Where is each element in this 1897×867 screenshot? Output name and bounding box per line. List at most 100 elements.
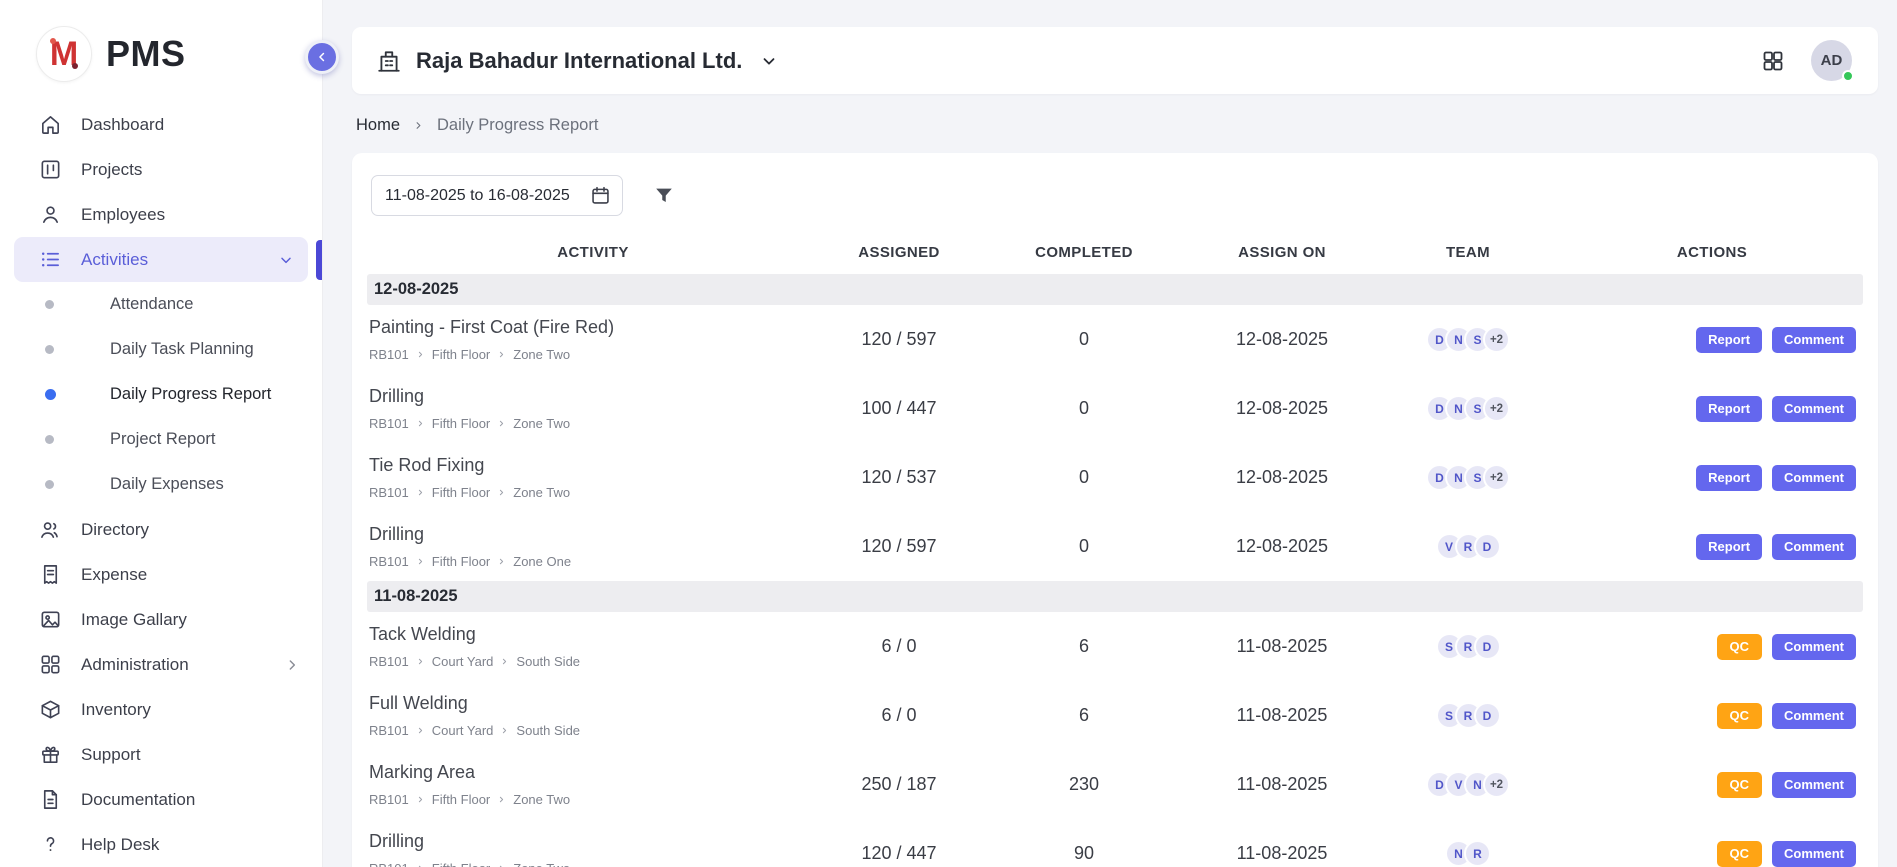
- gift-icon: [39, 743, 62, 766]
- filter-icon[interactable]: [653, 185, 675, 207]
- sidebar-item-label: Dashboard: [81, 115, 164, 135]
- activity-name: Tack Welding: [369, 624, 819, 645]
- chevron-right-icon: [416, 419, 425, 428]
- question-mark-icon: [39, 833, 62, 856]
- path-project: RB101: [369, 654, 409, 669]
- sidebar-item-attendance[interactable]: Attendance: [0, 282, 322, 327]
- assign-on-date: 12-08-2025: [1189, 398, 1375, 419]
- chevron-right-icon: [416, 488, 425, 497]
- sidebar-item-project-report[interactable]: Project Report: [0, 417, 322, 462]
- path-zone: Zone One: [513, 554, 571, 569]
- comment-button[interactable]: Comment: [1772, 703, 1856, 729]
- assigned-value: 6 / 0: [819, 705, 979, 726]
- apps-grid-icon[interactable]: [1761, 49, 1785, 73]
- path-zone: Zone Two: [513, 861, 570, 867]
- activity-location-path: RB101 Fifth Floor Zone Two: [369, 416, 819, 431]
- team-avatar-group[interactable]: N R: [1375, 840, 1561, 867]
- chevron-right-icon: [497, 419, 506, 428]
- team-avatar-group[interactable]: V R D: [1375, 533, 1561, 560]
- sidebar-item-daily-task-planning[interactable]: Daily Task Planning: [0, 327, 322, 372]
- qc-button[interactable]: QC: [1717, 703, 1763, 729]
- team-extra-count: +2: [1483, 771, 1510, 798]
- sidebar-item-daily-progress-report[interactable]: Daily Progress Report: [0, 372, 322, 417]
- table-row: Marking Area RB101 Fifth Floor Zone Two …: [367, 750, 1863, 819]
- table-row: Drilling RB101 Fifth Floor Zone Two 100 …: [367, 374, 1863, 443]
- comment-button[interactable]: Comment: [1772, 465, 1856, 491]
- sidebar-item-support[interactable]: Support: [0, 732, 322, 777]
- sidebar-nav: Dashboard Projects Employees Activities …: [0, 102, 322, 867]
- sidebar-item-label: Help Desk: [81, 835, 159, 855]
- team-avatar-group[interactable]: D V N +2: [1375, 771, 1561, 798]
- column-header-assigned: ASSIGNED: [819, 244, 979, 261]
- progress-table: ACTIVITY ASSIGNED COMPLETED ASSIGN ON TE…: [367, 230, 1863, 867]
- app-root: M PMS Dashboard Projects Employees Ac: [0, 0, 1897, 867]
- comment-button[interactable]: Comment: [1772, 327, 1856, 353]
- company-selector[interactable]: Raja Bahadur International Ltd.: [376, 48, 778, 74]
- sidebar-item-dashboard[interactable]: Dashboard: [0, 102, 322, 147]
- comment-button[interactable]: Comment: [1772, 841, 1856, 867]
- sidebar-item-directory[interactable]: Directory: [0, 507, 322, 552]
- breadcrumb-home[interactable]: Home: [356, 116, 400, 135]
- sidebar-item-administration[interactable]: Administration: [0, 642, 322, 687]
- comment-button[interactable]: Comment: [1772, 534, 1856, 560]
- table-header-row: ACTIVITY ASSIGNED COMPLETED ASSIGN ON TE…: [367, 230, 1863, 274]
- chevron-right-icon: [497, 350, 506, 359]
- chevron-right-icon: [416, 350, 425, 359]
- qc-button[interactable]: QC: [1717, 634, 1763, 660]
- sidebar-subitem-label: Daily Task Planning: [110, 340, 254, 359]
- sidebar-item-image-gallary[interactable]: Image Gallary: [0, 597, 322, 642]
- sidebar-item-daily-expenses[interactable]: Daily Expenses: [0, 462, 322, 507]
- avatar[interactable]: AD: [1811, 40, 1852, 81]
- team-avatar-group[interactable]: D N S +2: [1375, 326, 1561, 353]
- sidebar-item-expense[interactable]: Expense: [0, 552, 322, 597]
- comment-button[interactable]: Comment: [1772, 634, 1856, 660]
- receipt-icon: [39, 563, 62, 586]
- sidebar-item-projects[interactable]: Projects: [0, 147, 322, 192]
- table-row: Drilling RB101 Fifth Floor Zone One 120 …: [367, 512, 1863, 581]
- building-icon: [376, 48, 402, 74]
- team-avatar-group[interactable]: D N S +2: [1375, 464, 1561, 491]
- activity-location-path: RB101 Fifth Floor Zone Two: [369, 347, 819, 362]
- team-avatar-group[interactable]: D N S +2: [1375, 395, 1561, 422]
- date-range-input[interactable]: 11-08-2025 to 16-08-2025: [371, 175, 623, 216]
- completed-value: 0: [979, 467, 1189, 488]
- comment-button[interactable]: Comment: [1772, 396, 1856, 422]
- logo[interactable]: M PMS: [0, 0, 322, 92]
- assigned-value: 100 / 447: [819, 398, 979, 419]
- path-floor: Fifth Floor: [432, 485, 491, 500]
- sidebar-item-label: Support: [81, 745, 141, 765]
- team-avatar-group[interactable]: S R D: [1375, 702, 1561, 729]
- chevron-right-icon: [416, 557, 425, 566]
- qc-button[interactable]: QC: [1717, 841, 1763, 867]
- activity-name: Drilling: [369, 831, 819, 852]
- row-actions: QC Comment: [1561, 703, 1863, 729]
- sidebar-item-activities[interactable]: Activities: [14, 237, 308, 282]
- sidebar-item-inventory[interactable]: Inventory: [0, 687, 322, 732]
- team-avatar-group[interactable]: S R D: [1375, 633, 1561, 660]
- sidebar-subitem-label: Daily Progress Report: [110, 385, 271, 404]
- report-button[interactable]: Report: [1696, 327, 1762, 353]
- qc-button[interactable]: QC: [1717, 772, 1763, 798]
- completed-value: 0: [979, 536, 1189, 557]
- team-extra-count: +2: [1483, 326, 1510, 353]
- completed-value: 6: [979, 636, 1189, 657]
- sidebar-collapse-button[interactable]: [305, 40, 339, 74]
- report-button[interactable]: Report: [1696, 534, 1762, 560]
- report-button[interactable]: Report: [1696, 396, 1762, 422]
- column-header-assign-on: ASSIGN ON: [1189, 244, 1375, 261]
- breadcrumb: Home Daily Progress Report: [356, 115, 1874, 135]
- sidebar-item-documentation[interactable]: Documentation: [0, 777, 322, 822]
- chevron-right-icon: [416, 795, 425, 804]
- path-project: RB101: [369, 792, 409, 807]
- avatar-initials: AD: [1821, 52, 1843, 69]
- sidebar-item-help-desk[interactable]: Help Desk: [0, 822, 322, 867]
- sidebar-item-employees[interactable]: Employees: [0, 192, 322, 237]
- column-header-activity: ACTIVITY: [367, 244, 819, 261]
- sidebar-item-label: Administration: [81, 655, 189, 675]
- row-actions: Report Comment: [1561, 396, 1863, 422]
- comment-button[interactable]: Comment: [1772, 772, 1856, 798]
- path-zone: Zone Two: [513, 347, 570, 362]
- bullet-icon: [45, 389, 56, 400]
- sidebar-subitem-label: Daily Expenses: [110, 475, 224, 494]
- report-button[interactable]: Report: [1696, 465, 1762, 491]
